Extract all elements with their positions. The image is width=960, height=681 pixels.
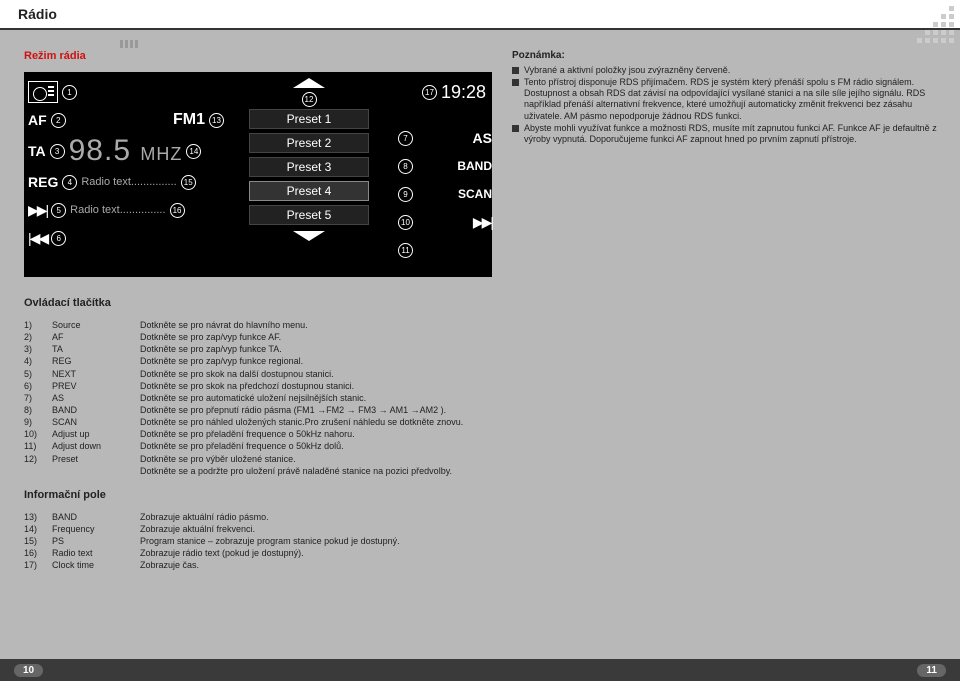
list-item: 10)Adjust upDotkněte se pro přeladění fr… xyxy=(24,428,936,440)
list-item: 12)PresetDotkněte se pro výběr uložené s… xyxy=(24,453,936,465)
list-item: 13)BANDZobrazuje aktuální rádio pásmo. xyxy=(24,511,936,523)
callout-1: 1 xyxy=(62,85,77,100)
list-item: 5)NEXTDotkněte se pro skok na další dost… xyxy=(24,368,936,380)
callout-13: 13 xyxy=(209,113,224,128)
list-item: 14)FrequencyZobrazuje aktuální frekvenci… xyxy=(24,523,936,535)
preset-1-button[interactable]: Preset 1 xyxy=(249,109,369,129)
list-item: 8)BANDDotkněte se pro přepnutí rádio pás… xyxy=(24,404,936,416)
callout-9: 9 xyxy=(398,187,413,202)
radio-source-icon[interactable] xyxy=(28,81,58,103)
callout-11: 11 xyxy=(398,243,413,258)
callout-15: 15 xyxy=(181,175,196,190)
band-label: FM1 xyxy=(173,111,205,129)
page-number-left: 10 xyxy=(14,664,43,677)
list-item: 7)ASDotkněte se pro automatické uložení … xyxy=(24,392,936,404)
note-item: Tento přístroj disponuje RDS přijímačem.… xyxy=(512,77,940,122)
callout-7: 7 xyxy=(398,131,413,146)
list-item: 6)PREVDotkněte se pro skok na předchozí … xyxy=(24,380,936,392)
list-item: 17)Clock timeZobrazuje čas. xyxy=(24,559,936,571)
note-title: Poznámka: xyxy=(512,50,940,63)
callout-3: 3 xyxy=(50,144,65,159)
controls-list: 1)SourceDotkněte se pro návrat do hlavní… xyxy=(24,319,936,477)
adjust-up-icon[interactable] xyxy=(293,78,325,88)
list-item: 11)Adjust downDotkněte se pro přeladění … xyxy=(24,440,936,452)
clock-time: 19:28 xyxy=(441,82,486,103)
prev-icon[interactable]: |◀◀ xyxy=(28,230,47,247)
controls-title: Ovládací tlačítka xyxy=(24,297,936,309)
list-item: 15)PSProgram stanice – zobrazuje program… xyxy=(24,535,936,547)
callout-12: 12 xyxy=(302,92,317,107)
frequency-value: 98.5 MHZ xyxy=(69,134,183,168)
page-title: Rádio xyxy=(0,0,960,30)
ta-button[interactable]: TA xyxy=(28,143,46,159)
callout-14: 14 xyxy=(186,144,201,159)
page-number-right: 11 xyxy=(917,664,946,677)
callout-16: 16 xyxy=(170,203,185,218)
callout-5: 5 xyxy=(51,203,66,218)
next-icon[interactable]: ▶▶| xyxy=(28,202,47,219)
callout-4: 4 xyxy=(62,175,77,190)
footer: 10 11 xyxy=(0,659,960,681)
radio-text: Radio text............... xyxy=(70,204,165,216)
info-list: 13)BANDZobrazuje aktuální rádio pásmo.14… xyxy=(24,511,936,572)
list-item: Dotkněte se a podržte pro uložení právě … xyxy=(24,465,936,477)
list-item: 1)SourceDotkněte se pro návrat do hlavní… xyxy=(24,319,936,331)
ps-text: Radio text............... xyxy=(81,176,176,188)
note-item: Abyste mohli využívat funkce a možnosti … xyxy=(512,123,940,146)
preset-5-button[interactable]: Preset 5 xyxy=(249,205,369,225)
decoration-dots xyxy=(910,6,954,46)
preset-2-button[interactable]: Preset 2 xyxy=(249,133,369,153)
list-item: 2)AFDotkněte se pro zap/vyp funkce AF. xyxy=(24,331,936,343)
list-item: 9)SCANDotkněte se pro náhled uložených s… xyxy=(24,416,936,428)
note-item: Vybrané a aktivní položky jsou zvýrazněn… xyxy=(512,65,940,76)
list-item: 3)TADotkněte se pro zap/vyp funkce TA. xyxy=(24,343,936,355)
callout-2: 2 xyxy=(51,113,66,128)
reg-button[interactable]: REG xyxy=(28,174,58,190)
list-item: 4)REGDotkněte se pro zap/vyp funkce regi… xyxy=(24,355,936,367)
adjust-down-icon[interactable] xyxy=(293,231,325,241)
band-button[interactable]: BAND xyxy=(457,159,492,173)
as-button[interactable]: AS xyxy=(473,130,492,146)
preset-4-button[interactable]: Preset 4 xyxy=(249,181,369,201)
mode-title: Režim rádia xyxy=(24,50,494,62)
callout-17: 17 xyxy=(422,85,437,100)
info-title: Informační pole xyxy=(24,489,936,501)
af-button[interactable]: AF xyxy=(28,112,47,128)
scan-button[interactable]: SCAN xyxy=(458,187,492,201)
list-item: 16)Radio textZobrazuje rádio text (pokud… xyxy=(24,547,936,559)
callout-6: 6 xyxy=(51,231,66,246)
callout-10: 10 xyxy=(398,215,413,230)
next-side-icon[interactable]: ▶▶| xyxy=(473,214,492,231)
callout-8: 8 xyxy=(398,159,413,174)
decoration-bar xyxy=(120,40,138,48)
preset-3-button[interactable]: Preset 3 xyxy=(249,157,369,177)
radio-screenshot: 1 AF 2 FM1 13 TA 3 98.5 MHZ 14 xyxy=(24,72,492,277)
